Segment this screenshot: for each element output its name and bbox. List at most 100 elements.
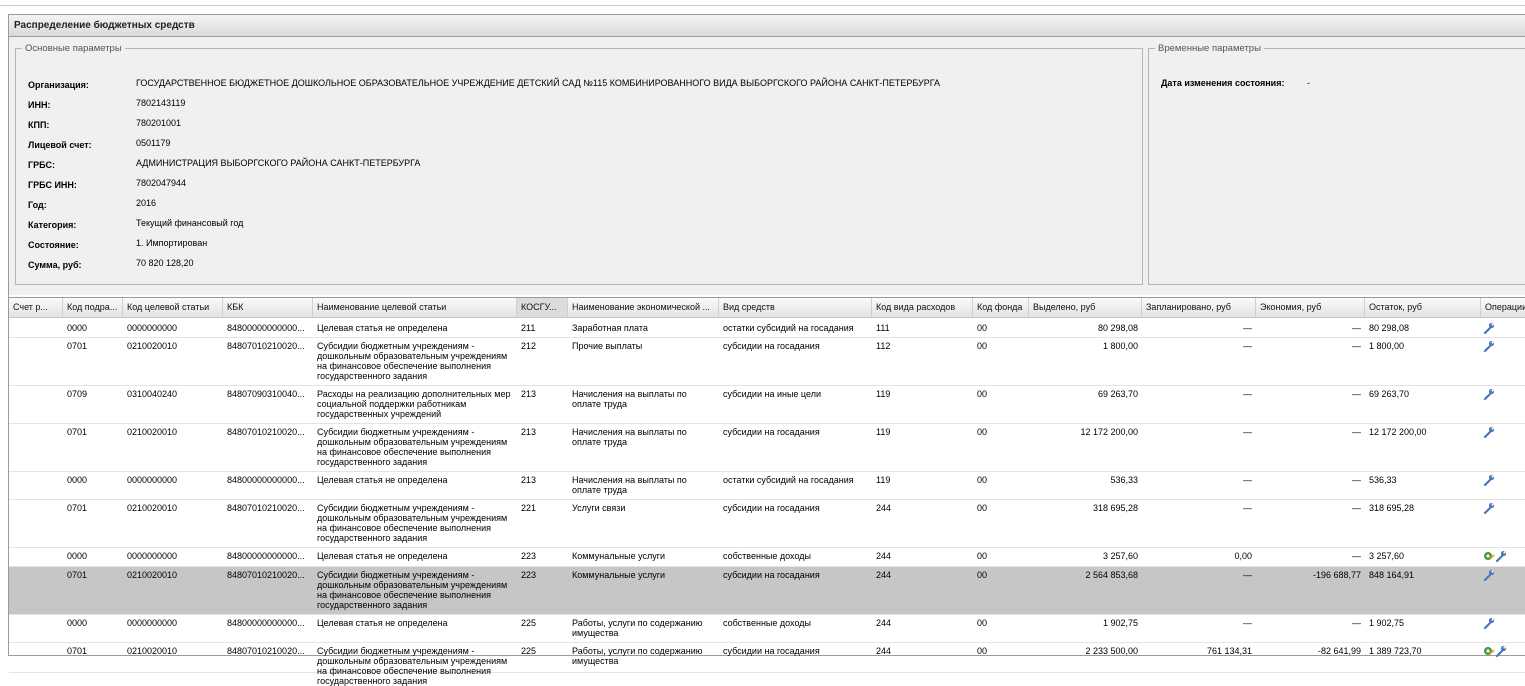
column-header[interactable]: Наименование целевой статьи	[313, 298, 517, 317]
table-row[interactable]: 0701 0210020010 84807010210020... Субсидии …	[9, 643, 1525, 686]
main-params-legend: Основные параметры	[25, 43, 122, 54]
wrench-icon[interactable]	[1483, 322, 1495, 336]
wrench-icon[interactable]	[1483, 426, 1495, 440]
table-cell: 84807010210020...	[227, 646, 305, 656]
table-cell: 225	[521, 646, 537, 656]
table-row[interactable]: 0000 0000000000 84800000000000... Целевая с…	[9, 320, 1525, 338]
column-header[interactable]: КБК	[223, 298, 313, 317]
table-cell: Субсидии бюджетным учреждениям - дошколь…	[317, 646, 508, 686]
table-row[interactable]: 0000 0000000000 84800000000000... Целевая с…	[9, 548, 1525, 567]
row-operations	[1483, 426, 1495, 440]
table-cell: Расходы на реализацию дополнительных мер…	[317, 389, 511, 419]
column-header[interactable]: КОСГУ...	[517, 298, 568, 317]
table-cell: 1 800,00	[1369, 341, 1405, 351]
table-cell: 00	[977, 341, 988, 351]
table-cell: 0701	[67, 341, 88, 351]
table-cell: —	[1352, 551, 1361, 561]
column-header[interactable]: Операции	[1481, 298, 1525, 317]
column-header[interactable]: Код фонда	[973, 298, 1029, 317]
table-cell: 00	[977, 646, 988, 656]
table-cell: 225	[521, 618, 537, 628]
table-cell: Услуги связи	[572, 503, 626, 513]
table-cell: собственные доходы	[723, 618, 811, 628]
table-cell: субсидии на госадания	[723, 427, 820, 437]
param-value: 7802143119	[136, 98, 186, 108]
column-header[interactable]: Код подра...	[63, 298, 123, 317]
column-header[interactable]: Экономия, руб	[1256, 298, 1365, 317]
wrench-icon[interactable]	[1483, 617, 1495, 631]
wrench-icon[interactable]	[1483, 340, 1495, 354]
wrench-icon[interactable]	[1483, 388, 1495, 402]
param-label: Состояние:	[28, 240, 79, 250]
refresh-icon[interactable]	[1483, 552, 1495, 564]
table-cell: 0000000000	[127, 618, 178, 628]
column-header[interactable]: Выделено, руб	[1029, 298, 1142, 317]
table-cell: —	[1243, 475, 1252, 485]
column-header[interactable]: Счет р...	[9, 298, 63, 317]
column-header[interactable]: Код вида расходов	[872, 298, 973, 317]
panel-title: Распределение бюджетных средств	[9, 15, 1525, 37]
table-row[interactable]: 0000 0000000000 84800000000000... Целевая с…	[9, 615, 1525, 643]
column-header[interactable]: Остаток, руб	[1365, 298, 1481, 317]
table-row[interactable]: 0701 0210020010 84807010210020... Субсидии …	[9, 424, 1525, 472]
table-cell: остатки субсидий на госадания	[723, 475, 854, 485]
table-cell: Начисления на выплаты по оплате труда	[572, 427, 687, 447]
table-cell: —	[1243, 570, 1252, 580]
table-cell: 69 263,70	[1369, 389, 1410, 399]
table-row[interactable]: 0701 0210020010 84807010210020... Субсидии …	[9, 567, 1525, 615]
table-row[interactable]: 0709 0310040240 84807090310040... Расходы н…	[9, 386, 1525, 424]
table-cell: —	[1352, 341, 1361, 351]
wrench-icon[interactable]	[1495, 645, 1507, 659]
wrench-icon[interactable]	[1483, 569, 1495, 583]
wrench-icon[interactable]	[1495, 550, 1507, 564]
table-cell: 0000000000	[127, 551, 178, 561]
param-label: ИНН:	[28, 100, 51, 110]
table-cell: 84807090310040...	[227, 389, 305, 399]
row-operations	[1483, 322, 1495, 336]
refresh-icon[interactable]	[1483, 647, 1495, 659]
row-operations	[1483, 645, 1507, 659]
table-cell: 0701	[67, 570, 88, 580]
table-cell: 0701	[67, 427, 88, 437]
table-cell: -82 641,99	[1317, 646, 1361, 656]
table-cell: 12 172 200,00	[1369, 427, 1427, 437]
table-cell: 80 298,08	[1097, 323, 1138, 333]
table-cell: субсидии на иные цели	[723, 389, 821, 399]
param-label: Сумма, руб:	[28, 260, 82, 270]
column-header[interactable]: Запланировано, руб	[1142, 298, 1256, 317]
table-cell: 12 172 200,00	[1080, 427, 1138, 437]
column-header[interactable]: Вид средств	[719, 298, 872, 317]
param-value: 70 820 128,20	[136, 258, 194, 268]
table-cell: 111	[876, 323, 890, 333]
column-header[interactable]: Наименование экономической ...	[568, 298, 719, 317]
table-cell: Прочие выплаты	[572, 341, 643, 351]
table-cell: 0000	[67, 618, 88, 628]
table-cell: Субсидии бюджетным учреждениям - дошколь…	[317, 570, 508, 610]
wrench-icon[interactable]	[1483, 474, 1495, 488]
table-cell: 84807010210020...	[227, 570, 305, 580]
budget-distribution-panel: Распределение бюджетных средств Основные…	[8, 14, 1525, 686]
table-cell: 213	[521, 427, 537, 437]
table-cell: 84807010210020...	[227, 503, 305, 513]
table-cell: 221	[521, 503, 537, 513]
table-row[interactable]: 0000 0000000000 84800000000000... Целевая с…	[9, 472, 1525, 500]
table-cell: —	[1243, 341, 1252, 351]
state-change-date-label: Дата изменения состояния:	[1161, 78, 1285, 88]
param-label: Год:	[28, 200, 47, 210]
table-cell: 0,00	[1234, 551, 1252, 561]
table-cell: 00	[977, 503, 988, 513]
table-row[interactable]: 0701 0210020010 84807010210020... Субсидии …	[9, 338, 1525, 386]
table-cell: 00	[977, 475, 988, 485]
row-operations	[1483, 569, 1495, 583]
table-cell: остатки субсидий на госадания	[723, 323, 854, 333]
table-cell: 761 134,31	[1206, 646, 1252, 656]
table-row[interactable]: 0701 0210020010 84807010210020... Субсидии …	[9, 500, 1525, 548]
table-cell: 212	[521, 341, 537, 351]
param-label: ГРБС ИНН:	[28, 180, 77, 190]
table-cell: Начисления на выплаты по оплате труда	[572, 389, 687, 409]
table-cell: 00	[977, 570, 988, 580]
table-cell: Коммунальные услуги	[572, 551, 666, 561]
wrench-icon[interactable]	[1483, 502, 1495, 516]
param-value: 2016	[136, 198, 157, 208]
column-header[interactable]: Код целевой статьи	[123, 298, 223, 317]
